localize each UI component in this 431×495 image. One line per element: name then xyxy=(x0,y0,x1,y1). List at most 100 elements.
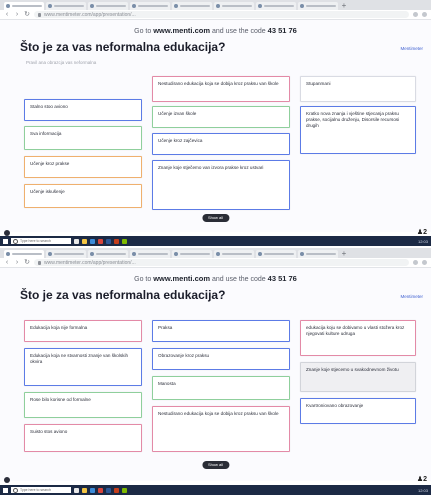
powerpoint-icon[interactable] xyxy=(114,238,119,244)
lock-icon xyxy=(38,260,41,265)
response-card: Edukacija koja ne stvarnosti znanje van … xyxy=(24,348,142,386)
reload-icon[interactable]: ↻ xyxy=(24,11,30,19)
file-explorer-icon[interactable] xyxy=(82,238,87,244)
file-explorer-icon[interactable] xyxy=(82,487,87,493)
browser-tab-strip: + xyxy=(0,0,431,10)
question-title: Što je za vas neformalna edukacija? xyxy=(20,40,226,54)
back-icon[interactable]: ‹ xyxy=(4,259,10,267)
browser-tab[interactable] xyxy=(256,250,296,258)
question-title: Što je za vas neformalna edukacija? xyxy=(20,288,226,302)
taskview-icon[interactable] xyxy=(74,238,79,244)
browser-tab[interactable] xyxy=(214,250,254,258)
profile-icon[interactable] xyxy=(422,260,427,265)
screenshot-bottom: + ‹ › ↻ www.mentimeter.com/app/presentat… xyxy=(0,248,431,495)
extension-icon[interactable] xyxy=(413,260,418,265)
join-code: 43 51 76 xyxy=(267,26,297,35)
join-banner: Go to www.menti.com and use the code 43 … xyxy=(134,274,297,283)
windows-start-icon[interactable] xyxy=(3,238,8,244)
show-all-button[interactable]: Show all xyxy=(201,214,230,222)
profile-icon[interactable] xyxy=(422,12,427,17)
tab-favicon-icon xyxy=(300,4,304,8)
url-text: www.mentimeter.com/app/presentation/... xyxy=(44,259,136,266)
browser-tab[interactable] xyxy=(130,250,170,258)
lock-icon xyxy=(38,12,41,17)
tab-favicon-icon xyxy=(300,252,304,256)
participant-count: ♟2 xyxy=(416,476,427,483)
taskview-icon[interactable] xyxy=(74,487,79,493)
search-icon xyxy=(13,238,18,244)
response-card: Praksa xyxy=(152,320,290,342)
browser-tab[interactable] xyxy=(4,2,44,10)
results-link[interactable]: Mentimeter xyxy=(400,46,423,51)
browser-tab-strip: + xyxy=(0,248,431,258)
response-card: Učenje kroz zajčevica xyxy=(152,133,290,155)
browser-tab[interactable] xyxy=(256,2,296,10)
url-text: www.mentimeter.com/app/presentation/... xyxy=(44,11,136,18)
response-card: Edukacija koja nije formalna xyxy=(24,320,142,342)
tab-favicon-icon xyxy=(216,252,220,256)
browser-tab[interactable] xyxy=(298,2,338,10)
chrome-icon[interactable] xyxy=(98,238,103,244)
response-card: Rose bilo korisne od formalne xyxy=(24,392,142,418)
results-link[interactable]: Mentimeter xyxy=(400,294,423,299)
address-bar: ‹ › ↻ www.mentimeter.com/app/presentatio… xyxy=(0,10,431,20)
word-icon[interactable] xyxy=(106,487,111,493)
taskbar-search-input[interactable]: Type here to search xyxy=(11,238,71,244)
browser-tab[interactable] xyxy=(46,250,86,258)
new-tab-icon[interactable]: + xyxy=(340,250,348,258)
edge-icon[interactable] xyxy=(90,238,95,244)
browser-tab[interactable] xyxy=(214,2,254,10)
word-icon[interactable] xyxy=(106,238,111,244)
edge-icon[interactable] xyxy=(90,487,95,493)
response-card: Nestudirano edukacija koja se dobija kro… xyxy=(152,76,290,102)
reload-icon[interactable]: ↻ xyxy=(24,259,30,267)
app-icon[interactable] xyxy=(122,238,127,244)
new-tab-icon[interactable]: + xyxy=(340,2,348,10)
browser-tab[interactable] xyxy=(298,250,338,258)
show-all-button[interactable]: Show all xyxy=(201,461,230,469)
app-icon[interactable] xyxy=(122,487,127,493)
browser-tab[interactable] xyxy=(172,2,212,10)
tab-favicon-icon xyxy=(216,4,220,8)
response-card: Kvartroniovano obrazovanje xyxy=(300,398,416,424)
browser-tab[interactable] xyxy=(172,250,212,258)
browser-tab[interactable] xyxy=(46,2,86,10)
response-card: Kratko nova znanja i vještine stjecanja … xyxy=(300,106,416,154)
response-card: Znanje koje stjecemo u svakodnevnom živo… xyxy=(300,362,416,392)
url-input[interactable]: www.mentimeter.com/app/presentation/... xyxy=(34,259,409,266)
forward-icon[interactable]: › xyxy=(14,11,20,19)
tab-favicon-icon xyxy=(48,252,52,256)
system-clock[interactable]: 12:03 xyxy=(418,488,428,493)
system-clock[interactable]: 12:03 xyxy=(418,239,428,244)
chrome-icon[interactable] xyxy=(98,487,103,493)
screenshot-top: + ‹ › ↻ www.mentimeter.com/app/presentat… xyxy=(0,0,431,246)
tab-favicon-icon xyxy=(6,4,10,8)
join-code: 43 51 76 xyxy=(267,274,297,283)
powerpoint-icon[interactable] xyxy=(114,487,119,493)
taskbar-search-input[interactable]: Type here to search xyxy=(11,487,71,493)
response-card: Stalno stoo aviono xyxy=(24,99,142,121)
tab-favicon-icon xyxy=(48,4,52,8)
browser-tab[interactable] xyxy=(88,250,128,258)
back-icon[interactable]: ‹ xyxy=(4,11,10,19)
search-icon xyxy=(13,487,18,493)
extension-icon[interactable] xyxy=(413,12,418,17)
tab-favicon-icon xyxy=(132,4,136,8)
join-url: www.menti.com xyxy=(153,26,211,35)
join-banner: Go to www.menti.com and use the code 43 … xyxy=(134,26,297,35)
browser-tab[interactable] xyxy=(130,2,170,10)
browser-tab[interactable] xyxy=(4,250,44,258)
browser-tab[interactable] xyxy=(88,2,128,10)
join-url: www.menti.com xyxy=(153,274,211,283)
forward-icon[interactable]: › xyxy=(14,259,20,267)
question-hint: Pravil ana obrazcja vas neformalna xyxy=(26,60,97,65)
response-card: Učenje kroz prakse xyxy=(24,156,142,178)
windows-start-icon[interactable] xyxy=(3,487,8,493)
response-card: Znanje koje stječemo van izvora prakse k… xyxy=(152,160,290,210)
tab-favicon-icon xyxy=(6,252,10,256)
participant-count: ♟2 xyxy=(416,229,427,236)
tab-favicon-icon xyxy=(132,252,136,256)
tab-favicon-icon xyxy=(258,4,262,8)
response-card: Suisto stos aviono xyxy=(24,424,142,452)
url-input[interactable]: www.mentimeter.com/app/presentation/... xyxy=(34,11,409,18)
